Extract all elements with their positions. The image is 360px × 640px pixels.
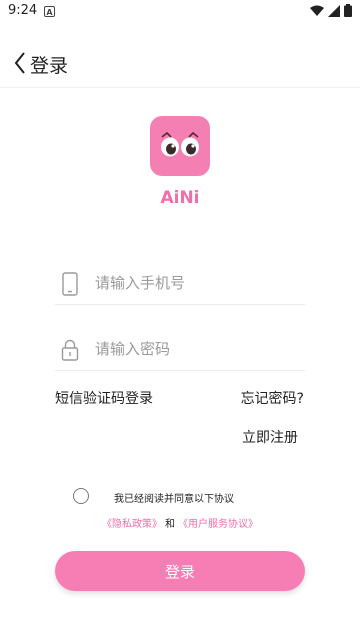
user-agreement-link[interactable]: 《用户服务协议》 — [178, 519, 258, 530]
wifi-icon — [310, 5, 324, 16]
agreement-and-text: 和 — [165, 519, 175, 530]
password-input[interactable] — [95, 336, 300, 362]
phone-field — [55, 264, 305, 305]
sms-login-link[interactable]: 短信验证码登录 — [55, 388, 153, 408]
header-divider — [0, 87, 360, 88]
agreement-text: 我已经阅读并同意以下协议 — [114, 494, 234, 505]
app-name: AiNi — [160, 188, 200, 208]
page-title: 登录 — [30, 55, 69, 77]
forgot-password-link[interactable]: 忘记密码? — [241, 388, 304, 408]
app-bar: 登录 — [0, 40, 360, 86]
agreement-radio[interactable] — [73, 488, 89, 504]
signal-icon — [328, 4, 340, 17]
password-field — [55, 330, 305, 371]
status-bar: 9:24 A — [0, 0, 360, 24]
phone-icon — [62, 272, 78, 296]
privacy-policy-link[interactable]: 《隐私政策》 — [102, 519, 162, 530]
lock-icon — [61, 339, 79, 361]
status-icons — [310, 4, 352, 17]
app-logo — [150, 116, 210, 176]
register-link[interactable]: 立即注册 — [242, 427, 298, 447]
notification-icon: A — [44, 6, 55, 17]
phone-input[interactable] — [95, 270, 300, 296]
agreement-links: 《隐私政策》和《用户服务协议》 — [0, 515, 360, 530]
battery-icon — [344, 4, 352, 17]
eyes-logo-icon — [161, 131, 199, 157]
login-button[interactable]: 登录 — [55, 551, 305, 591]
status-time: 9:24 — [8, 3, 38, 18]
chevron-left-icon[interactable] — [12, 50, 28, 76]
